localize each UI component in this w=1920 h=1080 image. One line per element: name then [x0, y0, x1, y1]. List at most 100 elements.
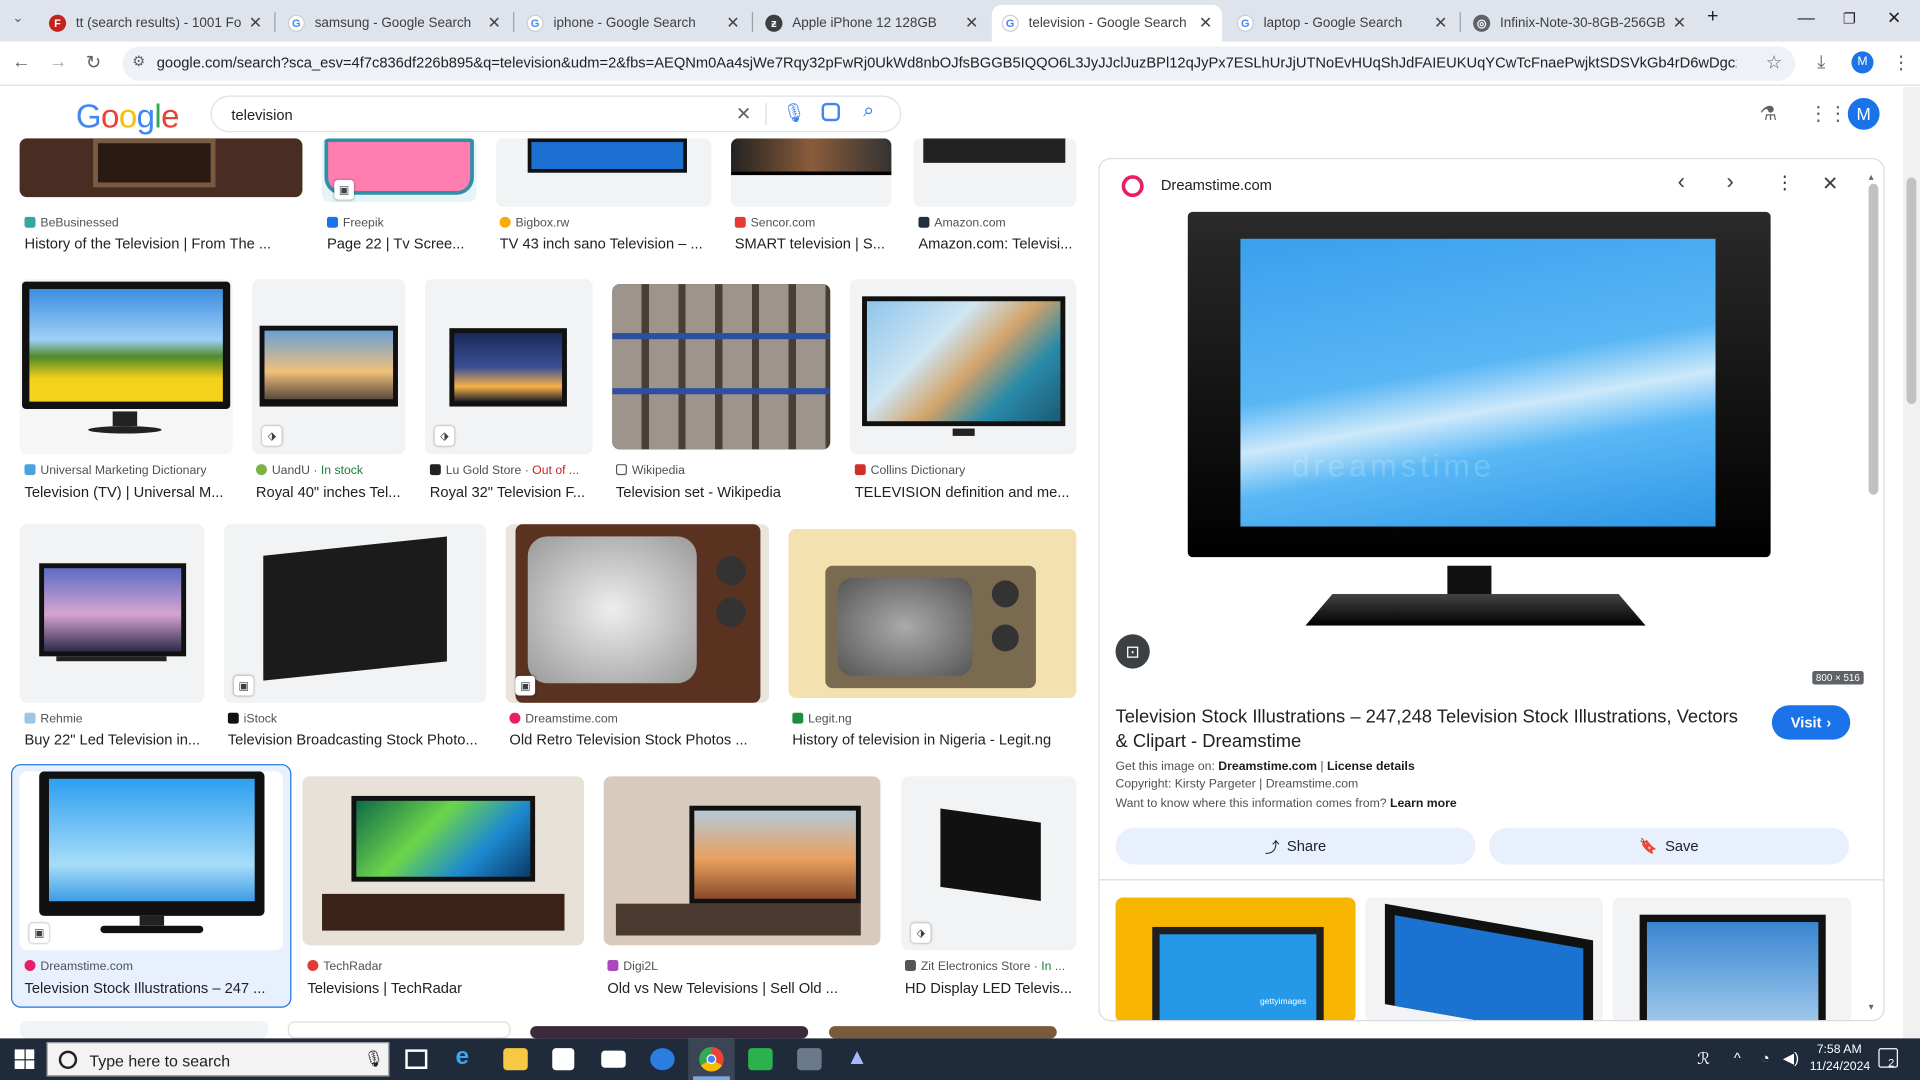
result-source[interactable]: Freepik — [326, 216, 476, 230]
result-image[interactable]: ▣ — [505, 524, 769, 703]
result-image[interactable]: ▣ — [19, 771, 283, 951]
result-title[interactable]: Old vs New Televisions | Sell Old ... — [607, 980, 880, 997]
result-title[interactable]: History of the Television | From The ... — [24, 235, 302, 252]
result-title[interactable]: Televisions | TechRadar — [307, 980, 584, 997]
result-title[interactable]: Royal 40" inches Tel... — [256, 484, 405, 501]
tab-close-icon[interactable]: ✕ — [1673, 13, 1686, 33]
result-source[interactable]: Collins Dictionary — [854, 464, 1077, 478]
result-source[interactable]: Digi2L — [607, 960, 880, 973]
windows-start-icon[interactable] — [14, 1049, 35, 1069]
visit-button[interactable]: Visit › — [1771, 705, 1851, 740]
result-title[interactable]: HD Display LED Televis... — [905, 980, 1076, 997]
result-image[interactable] — [19, 279, 233, 455]
result-image[interactable] — [19, 138, 303, 198]
result-title[interactable]: SMART television | S... — [735, 235, 892, 252]
tab-close-icon[interactable]: ✕ — [487, 13, 500, 33]
result-source[interactable]: Wikipedia — [615, 464, 830, 478]
result-title[interactable]: Television Stock Illustrations – 247 ... — [24, 980, 282, 997]
result-title[interactable]: TELEVISION definition and me... — [855, 484, 1077, 501]
chrome-taskbar-button[interactable] — [688, 1038, 735, 1080]
result-image[interactable] — [495, 138, 712, 207]
result-title[interactable]: Royal 32" Television F... — [430, 484, 593, 501]
related-image[interactable] — [1612, 897, 1852, 1021]
result-title[interactable]: Television set - Wikipedia — [616, 484, 830, 501]
tab-close-icon[interactable]: ✕ — [1199, 13, 1212, 33]
result-image[interactable] — [19, 1021, 269, 1039]
search-icon[interactable]: ⌕ — [863, 100, 874, 122]
download-icon[interactable]: ⤓ — [1817, 51, 1825, 72]
result-title[interactable]: Television (TV) | Universal M... — [24, 484, 232, 501]
profile-avatar[interactable]: M — [1851, 51, 1874, 74]
result-image[interactable] — [19, 524, 205, 703]
get-image-site-link[interactable]: Dreamstime.com — [1218, 760, 1317, 773]
result-title[interactable]: Television Broadcasting Stock Photo... — [228, 731, 486, 748]
next-image-icon[interactable]: › — [1727, 169, 1734, 195]
tab-close-icon[interactable]: ✕ — [965, 13, 978, 33]
result-image[interactable]: ▣ — [322, 138, 477, 203]
mail-icon[interactable] — [601, 1050, 626, 1068]
result-title[interactable]: Buy 22" Led Television in... — [24, 731, 204, 748]
result-source[interactable]: Universal Marketing Dictionary — [24, 464, 232, 478]
preview-title[interactable]: Television Stock Illustrations – 247,248… — [1116, 705, 1753, 754]
close-preview-icon[interactable]: ✕ — [1822, 171, 1838, 195]
clear-search-icon[interactable]: ✕ — [736, 103, 751, 125]
tab-close-icon[interactable]: ✕ — [249, 13, 262, 33]
result-image[interactable] — [788, 528, 1077, 698]
apps-grid-icon[interactable]: ⋮⋮ — [1809, 102, 1848, 126]
site-info-icon[interactable]: ⚙ — [132, 53, 145, 70]
save-button[interactable]: 🔖 Save — [1488, 827, 1849, 865]
result-title[interactable]: Page 22 | Tv Scree... — [327, 235, 476, 252]
clock[interactable]: 7:58 AM 11/24/2024 — [1810, 1042, 1870, 1076]
wifi-icon[interactable]: ◔ — [1761, 1049, 1770, 1066]
labs-flask-icon[interactable]: ⚗ — [1760, 102, 1778, 126]
bookmark-star-icon[interactable]: ☆ — [1766, 51, 1782, 74]
input-indicator-icon[interactable]: ℛ — [1697, 1049, 1710, 1069]
learn-more-link[interactable]: Learn more — [1390, 797, 1457, 810]
result-source[interactable]: Rehmie — [24, 712, 204, 726]
result-image[interactable] — [913, 138, 1077, 207]
related-image[interactable]: gettyimages — [1115, 897, 1356, 1021]
previous-image-icon[interactable]: ‹ — [1678, 169, 1685, 195]
preview-image[interactable]: dreamstime ⊡ 800 × 516 — [1114, 208, 1868, 692]
result-source[interactable]: Dreamstime.com — [509, 712, 769, 726]
lens-search-icon[interactable]: ⊡ — [1115, 634, 1150, 669]
tab-infinix[interactable]: ◎ Infinix-Note-30-8GB-256GB-Sk ✕ — [1463, 5, 1696, 42]
result-source[interactable]: Bigbox.rw — [499, 216, 712, 230]
result-title[interactable]: TV 43 inch sano Television – ... — [500, 235, 712, 252]
tab-iphone[interactable]: G iphone - Google Search ✕ — [517, 5, 750, 42]
back-arrow-icon[interactable]: ← — [12, 51, 30, 72]
license-details-link[interactable]: License details — [1327, 760, 1415, 773]
task-view-icon[interactable] — [405, 1049, 428, 1069]
result-source[interactable]: Zit Electronics Store · In ... — [904, 960, 1076, 973]
store-icon[interactable] — [552, 1048, 575, 1071]
result-source[interactable]: iStock — [227, 712, 486, 726]
result-image[interactable] — [612, 284, 831, 450]
app-icon[interactable]: ▲ — [846, 1044, 870, 1068]
tab-search-chevron-icon[interactable]: ⌄ — [12, 10, 23, 26]
share-button[interactable]: ⤴ Share — [1115, 827, 1476, 865]
address-bar[interactable]: ⚙ google.com/search?sca_esv=4f7c836df226… — [122, 46, 1796, 81]
result-image[interactable]: ▣ — [224, 524, 487, 703]
page-scrollbar-thumb[interactable] — [1906, 177, 1917, 405]
phone-app-icon[interactable] — [748, 1048, 773, 1071]
restore-icon[interactable]: ❐ — [1843, 10, 1856, 27]
edge-icon[interactable]: e — [456, 1043, 480, 1070]
tab-close-icon[interactable]: ✕ — [1434, 13, 1447, 33]
result-title[interactable]: Old Retro Television Stock Photos ... — [509, 731, 769, 748]
result-source[interactable]: UandU · In stock — [255, 464, 405, 478]
file-explorer-icon[interactable] — [503, 1048, 528, 1071]
taskbar-microphone-icon[interactable]: 🎙 — [364, 1049, 384, 1069]
result-image[interactable] — [849, 279, 1077, 455]
minimize-icon[interactable]: — — [1798, 7, 1815, 27]
search-box[interactable]: television ✕ 🎙 ⌕ — [210, 95, 902, 133]
microphone-icon[interactable]: 🎙 — [782, 102, 805, 124]
app-icon[interactable] — [797, 1048, 822, 1071]
taskbar-search-box[interactable]: Type here to search 🎙 — [46, 1042, 390, 1077]
tab-close-icon[interactable]: ✕ — [726, 13, 739, 33]
google-logo[interactable]: Google — [76, 98, 180, 136]
result-image[interactable] — [828, 1026, 1057, 1039]
forward-arrow-icon[interactable]: → — [49, 51, 67, 72]
result-image[interactable] — [287, 1021, 511, 1039]
new-tab-icon[interactable]: + — [1707, 6, 1718, 28]
lens-icon[interactable] — [821, 102, 841, 122]
